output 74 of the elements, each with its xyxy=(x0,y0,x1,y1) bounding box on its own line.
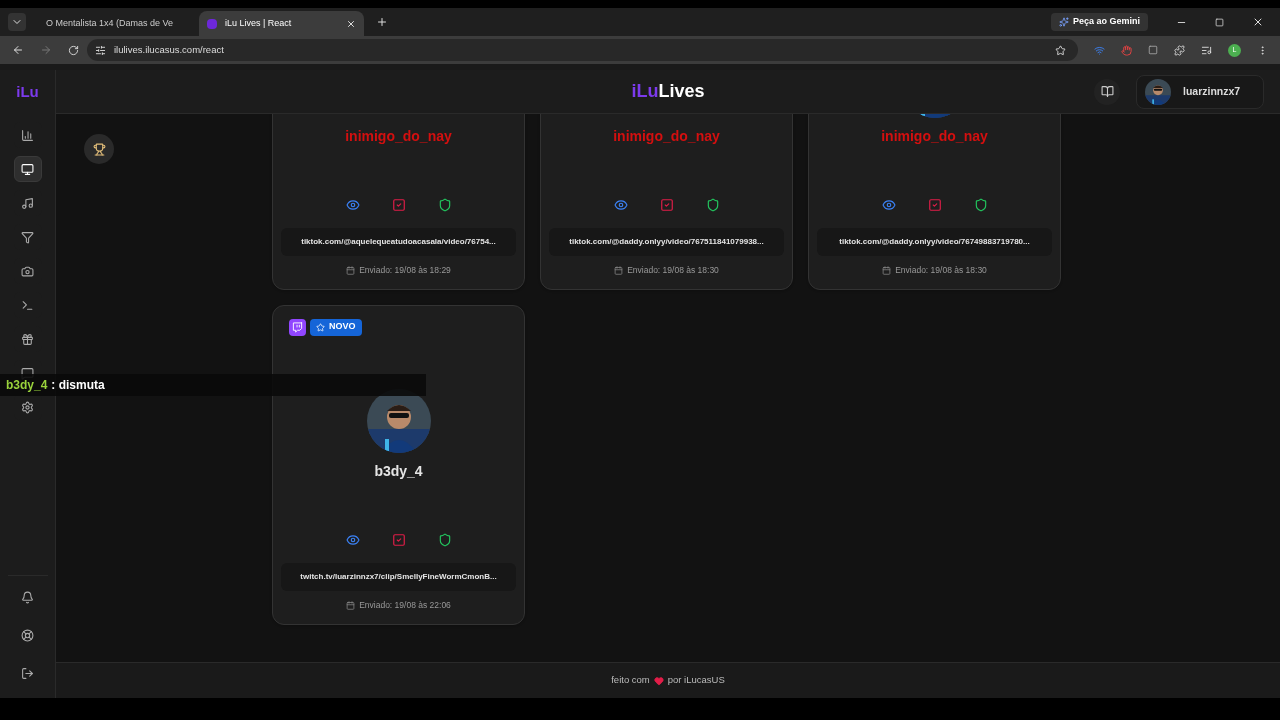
hand-icon xyxy=(1121,44,1132,56)
sent-date: Enviado: 19/08 às 18:30 xyxy=(627,264,719,277)
favicon-icon xyxy=(207,19,217,29)
music-icon xyxy=(21,196,34,210)
checkbox-icon xyxy=(659,198,674,213)
chat-user: b3dy_4 xyxy=(6,377,48,394)
playlist-icon xyxy=(1201,44,1212,56)
filter-icon xyxy=(21,230,34,244)
settings-icon xyxy=(21,400,34,414)
calendar-icon xyxy=(882,266,892,276)
tab-list-button[interactable] xyxy=(8,13,26,31)
puzzle-icon xyxy=(1174,44,1185,56)
footer-text: por iLucasUS xyxy=(667,673,725,688)
star-icon xyxy=(316,322,325,332)
terminal-icon xyxy=(21,298,34,312)
heart-icon xyxy=(653,675,664,686)
shield-icon xyxy=(705,198,720,213)
close-icon xyxy=(346,19,356,29)
clip-link[interactable]: twitch.tv/luarzinnzx7/clip/SmellyFineWormCmonB... xyxy=(281,563,516,592)
sent-date: Enviado: 19/08 às 18:29 xyxy=(359,264,451,277)
bell-icon xyxy=(21,590,34,604)
sparkle-icon xyxy=(1058,17,1069,27)
checkbox-icon xyxy=(391,198,406,213)
sidebar-monitor-button[interactable] xyxy=(13,156,42,182)
calendar-icon xyxy=(614,266,624,276)
maximize-icon xyxy=(1215,17,1224,27)
lifebuoy-icon xyxy=(21,628,34,642)
shield-icon xyxy=(437,533,452,548)
user-name: b3dy_4 xyxy=(374,462,423,481)
eye-icon xyxy=(345,533,360,548)
chart-icon xyxy=(21,128,34,142)
app-title: iLuLives xyxy=(631,80,705,103)
browser-tab[interactable]: O Mentalista 1x4 (Damas de Ve xyxy=(30,11,195,37)
address-bar[interactable]: ilulives.ilucasus.com/react xyxy=(87,39,1078,61)
shield-icon xyxy=(973,198,988,213)
new-badge: NOVO xyxy=(310,318,362,336)
signal-icon xyxy=(1094,44,1105,56)
gemini-button[interactable]: Peça ao Gemini xyxy=(1050,13,1148,31)
trophy-icon xyxy=(92,142,106,156)
square-icon xyxy=(1148,45,1158,55)
guide-button[interactable] xyxy=(1094,78,1120,105)
monitor-icon xyxy=(21,162,34,176)
book-icon xyxy=(1100,85,1114,98)
chat-message: : dismuta xyxy=(51,377,105,394)
clip-link[interactable]: tiktok.com/@daddy.onlyy/video/767511841079938... xyxy=(549,228,784,257)
calendar-icon xyxy=(346,601,356,611)
plus-icon xyxy=(376,16,388,28)
sliders-icon xyxy=(95,44,106,56)
browser-tab[interactable]: iLu Lives | React xyxy=(199,11,364,37)
user-name: inimigo_do_nay xyxy=(881,127,988,146)
back-icon xyxy=(12,44,24,56)
clip-link[interactable]: tiktok.com/@aquelequeatudoacasala/video/76754... xyxy=(281,228,516,257)
star-icon xyxy=(1055,44,1066,56)
sent-date: Enviado: 19/08 às 18:30 xyxy=(895,264,987,277)
user-menu[interactable]: luarzinnzx7 xyxy=(1136,74,1264,109)
forward-icon xyxy=(40,44,52,56)
sent-date: Enviado: 19/08 às 22:06 xyxy=(359,599,451,612)
trophy-button[interactable] xyxy=(84,134,114,164)
reload-icon xyxy=(68,44,79,56)
checkbox-icon xyxy=(927,198,942,213)
gift-icon xyxy=(21,332,34,346)
camera-icon xyxy=(21,264,34,278)
clip-link[interactable]: tiktok.com/@daddy.onlyy/video/76749883719780... xyxy=(817,228,1052,257)
eye-icon xyxy=(345,198,360,213)
close-icon xyxy=(1252,16,1264,28)
checkbox-icon xyxy=(391,533,406,548)
footer-text: feito com xyxy=(611,673,650,688)
shield-icon xyxy=(437,198,452,213)
user-name: inimigo_do_nay xyxy=(613,127,720,146)
calendar-icon xyxy=(346,266,356,276)
eye-icon xyxy=(613,198,628,213)
logout-icon xyxy=(21,666,34,680)
user-name: inimigo_do_nay xyxy=(345,127,452,146)
eye-icon xyxy=(881,198,896,213)
